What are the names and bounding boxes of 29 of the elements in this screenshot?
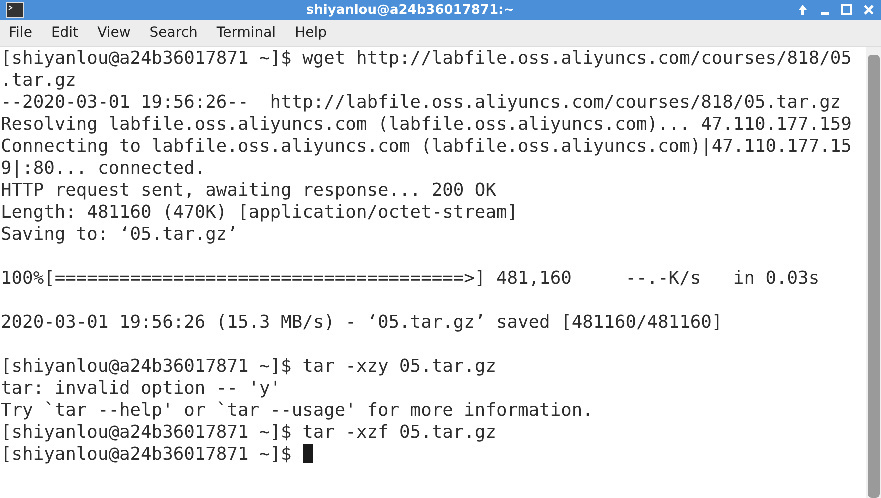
terminal-line: HTTP request sent, awaiting response... 200 OK (1, 180, 496, 201)
menu-item[interactable]: Edit (50, 25, 89, 41)
terminal-line: Saving to: ‘05.tar.gz’ (1, 224, 238, 245)
terminal-icon (6, 2, 24, 18)
terminal-line: [shiyanlou@a24b36017871 ~]$ (1, 444, 313, 465)
terminal-line: .tar.gz (1, 70, 76, 91)
scrollbar-thumb[interactable] (868, 55, 880, 498)
terminal-line: tar: invalid option -- 'y' (1, 378, 282, 399)
terminal-line: 9|:80... connected. (1, 158, 206, 179)
terminal-line: Try `tar --help' or `tar --usage' for more information. (1, 400, 594, 421)
menu-item[interactable]: Help (294, 25, 337, 41)
terminal-area[interactable] (0, 47, 881, 498)
menu-item[interactable]: File (8, 25, 42, 41)
close-icon[interactable] (863, 4, 875, 16)
menu-item[interactable]: Terminal (216, 25, 286, 41)
terminal-line: [shiyanlou@a24b36017871 ~]$ wget http://labfile.oss.aliyuncs.com/courses/818/05 (1, 48, 852, 69)
terminal-line: Connecting to labfile.oss.aliyuncs.com (labfile.oss.aliyuncs.com)|47.110.177.15 (1, 136, 852, 157)
terminal-line: Length: 481160 (470K) [application/octet-stream] (1, 202, 518, 223)
menu-item[interactable]: View (96, 25, 141, 41)
terminal-line: Resolving labfile.oss.aliyuncs.com (labfile.oss.aliyuncs.com)... 47.110.177.159 (1, 114, 852, 135)
up-arrow-icon[interactable] (797, 4, 809, 16)
window-title: shiyanlou@a24b36017871:~ (305, 2, 516, 18)
maximize-icon[interactable] (841, 4, 853, 16)
terminal-line: 2020-03-01 19:56:26 (15.3 MB/s) - ‘05.tar.gz’ saved [481160/481160] (1, 312, 723, 333)
menu-item[interactable]: Search (148, 25, 208, 41)
terminal-line: [shiyanlou@a24b36017871 ~]$ tar -xzy 05.tar.gz (1, 356, 496, 377)
terminal-line: 100%[======================================>] 481,160 --.-K/s in 0.03s (1, 268, 820, 289)
terminal-line: --2020-03-01 19:56:26-- http://labfile.oss.aliyuncs.com/courses/818/05.tar.gz (1, 92, 842, 113)
terminal-line: [shiyanlou@a24b36017871 ~]$ tar -xzf 05.tar.gz (1, 422, 496, 443)
